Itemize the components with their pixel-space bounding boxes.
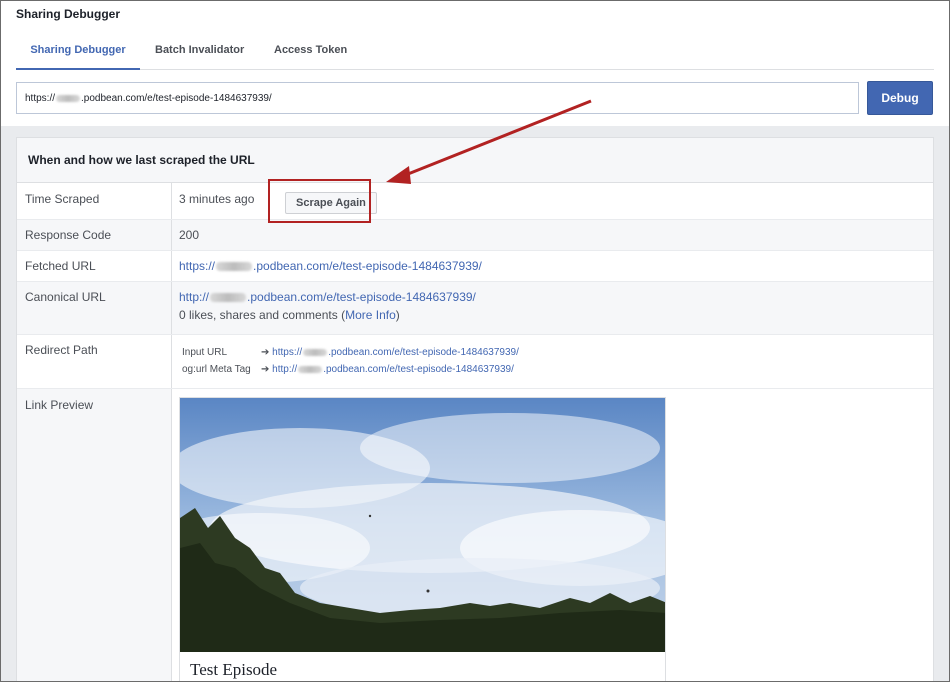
more-info-link[interactable]: More Info	[345, 308, 396, 322]
fetched-url-link[interactable]: https:// .podbean.com/e/test-episode-1484…	[179, 251, 933, 281]
engagement-close: )	[395, 308, 400, 322]
redacted-text	[210, 293, 247, 303]
redirect-input-suffix[interactable]: .podbean.com/e/test-episode-1484637939/	[328, 347, 519, 358]
canonical-url-suffix[interactable]: .podbean.com/e/test-episode-1484637939/	[247, 290, 476, 304]
browser-frame: Sharing Debugger Sharing Debugger Batch …	[0, 0, 950, 682]
row-label: Link Preview	[17, 389, 172, 681]
url-input-suffix: .podbean.com/e/test-episode-1484637939/	[81, 92, 272, 104]
preview-image	[180, 398, 665, 652]
url-input-prefix: https://	[25, 92, 56, 104]
fetched-url-prefix[interactable]: https://	[179, 259, 215, 273]
redirect-input-line: Input URL ➔ https:// .podbean.com/e/test-e…	[182, 344, 933, 361]
tab-bar: Sharing Debugger Batch Invalidator Acces…	[16, 37, 934, 70]
engagement-count: 0 likes, shares and comments (	[179, 308, 346, 322]
redirect-path-value: Input URL ➔ https:// .podbean.com/e/test-e…	[182, 335, 933, 388]
page-title: Sharing Debugger	[16, 7, 121, 21]
row-value: 3 minutes ago Scrape Again	[179, 183, 933, 219]
row-label: Fetched URL	[17, 251, 172, 281]
scrape-again-button[interactable]: Scrape Again	[285, 192, 377, 214]
preview-title: Test Episode	[190, 660, 278, 679]
row-response-code: Response Code 200	[17, 220, 933, 251]
redirect-input-prefix[interactable]: https://	[272, 347, 302, 358]
row-fetched-url: Fetched URL https:// .podbean.com/e/test-…	[17, 251, 933, 282]
redirect-meta-prefix[interactable]: http://	[272, 364, 297, 375]
response-code-value: 200	[179, 228, 200, 242]
scrape-info-panel: When and how we last scraped the URL Tim…	[16, 137, 934, 681]
row-canonical-url: Canonical URL http:// .podbean.com/e/test…	[17, 282, 933, 335]
row-link-preview: Link Preview Test Episode	[17, 389, 933, 681]
redirect-meta-label: og:url Meta Tag	[182, 364, 251, 375]
url-input[interactable]: https:// .podbean.com/e/test-episode-148…	[16, 82, 859, 114]
tab-batch-invalidator[interactable]: Batch Invalidator	[155, 37, 244, 70]
right-arrow-icon: ➔	[261, 364, 270, 375]
canonical-url-value: http:// .podbean.com/e/test-episode-14846…	[179, 282, 933, 334]
redacted-text	[56, 94, 81, 102]
tab-sharing-debugger[interactable]: Sharing Debugger	[16, 37, 140, 70]
panel-title: When and how we last scraped the URL	[17, 138, 933, 183]
row-label: Redirect Path	[17, 335, 172, 388]
row-redirect-path: Redirect Path Input URL ➔ https:// .podbea…	[17, 335, 933, 389]
canonical-url-link[interactable]: http:// .podbean.com/e/test-episode-14846…	[179, 290, 933, 304]
fetched-url-suffix[interactable]: .podbean.com/e/test-episode-1484637939/	[253, 259, 482, 273]
redirect-meta-suffix[interactable]: .podbean.com/e/test-episode-1484637939/	[323, 364, 514, 375]
engagement-text: 0 likes, shares and comments (More Info)	[179, 307, 933, 323]
canonical-url-prefix[interactable]: http://	[179, 290, 209, 304]
time-scraped-value: 3 minutes ago	[179, 192, 255, 206]
right-arrow-icon: ➔	[261, 347, 270, 358]
row-time-scraped: Time Scraped 3 minutes ago Scrape Again	[17, 183, 933, 220]
redacted-text	[216, 262, 253, 272]
page-header: Sharing Debugger Sharing Debugger Batch …	[1, 1, 949, 126]
row-label: Response Code	[17, 220, 172, 250]
row-label: Canonical URL	[17, 282, 172, 334]
tab-access-token[interactable]: Access Token	[274, 37, 347, 70]
redirect-input-label: Input URL	[182, 347, 228, 358]
redirect-meta-line: og:url Meta Tag ➔ http:// .podbean.com/e/t…	[182, 361, 933, 378]
link-preview-card[interactable]: Test Episode	[179, 397, 666, 681]
redacted-text	[303, 348, 328, 356]
redacted-text	[298, 365, 323, 373]
debug-button[interactable]: Debug	[867, 81, 933, 115]
row-label: Time Scraped	[17, 183, 172, 219]
